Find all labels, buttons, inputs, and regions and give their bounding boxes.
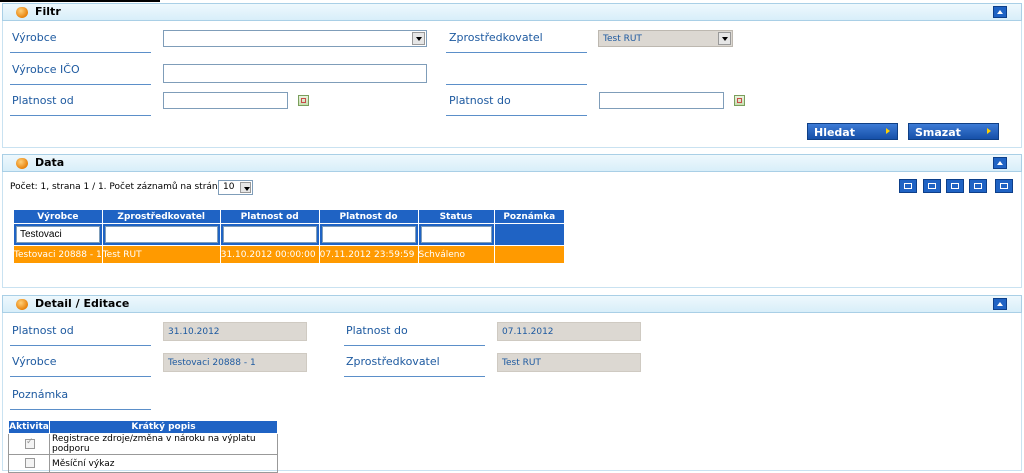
column-filter-input[interactable] — [321, 226, 416, 243]
label-underline — [344, 345, 485, 346]
detail-vyrobce-label: Výrobce — [12, 355, 57, 368]
detail-platnost-do-value: 07.11.2012 — [497, 322, 641, 341]
cell-vyrobce[interactable]: Testovaci 20888 - 1 — [13, 245, 103, 264]
table-row[interactable]: Testovaci 20888 - 1 Test RUT 31.10.2012 … — [13, 245, 566, 264]
label-underline — [344, 376, 485, 377]
clear-button[interactable]: Smazat — [908, 123, 999, 140]
label-underline — [10, 345, 151, 346]
zprostredkovatel-label: Zprostředkovatel — [449, 31, 543, 44]
detail-panel-header: Detail / Editace — [2, 295, 1022, 313]
label-underline — [10, 84, 151, 85]
chevron-down-icon[interactable] — [718, 32, 731, 45]
column-header[interactable]: Zprostředkovatel — [101, 209, 221, 224]
detail-panel-title: Detail / Editace — [35, 297, 130, 310]
column-header[interactable]: Výrobce — [13, 209, 103, 224]
platnost-do-input[interactable] — [599, 92, 724, 109]
activity-description: Měsíční výkaz — [49, 454, 278, 473]
new-record-icon[interactable] — [899, 179, 917, 193]
data-table: Výrobce Zprostředkovatel Platnost od Pla… — [13, 209, 566, 264]
label-underline — [10, 376, 151, 377]
calendar-icon[interactable] — [734, 95, 745, 106]
table-header-row: Výrobce Zprostředkovatel Platnost od Pla… — [13, 209, 566, 224]
table-filter-row: Testovaci — [13, 223, 566, 246]
paging-info: Počet: 1, strana 1 / 1. Počet záznamů na… — [10, 182, 229, 192]
column-header: Aktivita — [8, 420, 50, 434]
filter-cell: Testovaci — [13, 223, 103, 246]
zprostredkovatel-select-value: Test RUT — [603, 34, 642, 44]
collapse-data-button[interactable] — [993, 157, 1007, 169]
detail-zprostredkovatel-value: Test RUT — [497, 353, 641, 372]
platnost-do-label: Platnost do — [449, 94, 511, 107]
data-panel-title: Data — [35, 156, 65, 169]
detail-zprostredkovatel-label: Zprostředkovatel — [346, 355, 440, 368]
detail-platnost-od-value: 31.10.2012 — [163, 322, 307, 341]
cell-poznamka[interactable] — [493, 245, 566, 264]
label-underline — [10, 115, 151, 116]
calendar-icon[interactable] — [298, 95, 309, 106]
platnost-od-label: Platnost od — [12, 94, 74, 107]
activity-check-cell — [8, 433, 50, 455]
label-underline — [446, 52, 587, 53]
panel-bullet-icon — [16, 7, 28, 18]
chevron-down-icon[interactable] — [240, 182, 251, 193]
activity-check-cell — [8, 454, 50, 473]
filter-panel-title: Filtr — [35, 5, 61, 18]
activity-checkbox[interactable] — [25, 458, 35, 469]
detail-poznamka-label: Poznámka — [12, 388, 69, 401]
filter-cell — [101, 223, 221, 246]
activity-description: Registrace zdroje/změna v nároku na výpl… — [49, 433, 278, 455]
column-header[interactable]: Poznámka — [493, 209, 566, 224]
filter-cell — [219, 223, 320, 246]
cell-zprostredkovatel[interactable]: Test RUT — [101, 245, 221, 264]
column-filter-input[interactable]: Testovaci — [16, 226, 100, 243]
print-icon[interactable] — [995, 179, 1013, 193]
panel-bullet-icon — [16, 299, 28, 310]
label-underline — [446, 84, 587, 85]
detail-platnost-do-label: Platnost do — [346, 324, 408, 337]
detail-platnost-od-label: Platnost od — [12, 324, 74, 337]
label-underline — [10, 409, 151, 410]
vyrobce-ico-input[interactable] — [163, 64, 427, 83]
filter-cell — [493, 223, 566, 246]
vyrobce-label: Výrobce — [12, 31, 57, 44]
activity-row: Registrace zdroje/změna v nároku na výpl… — [8, 433, 278, 455]
column-filter-input[interactable] — [420, 226, 492, 243]
zprostredkovatel-select[interactable]: Test RUT — [598, 30, 733, 47]
column-filter-input[interactable] — [222, 226, 317, 243]
detail-vyrobce-value: Testovaci 20888 - 1 — [163, 353, 307, 372]
vyrobce-select[interactable] — [163, 30, 427, 47]
vyrobce-ico-label: Výrobce IČO — [12, 63, 80, 76]
column-filter-input[interactable] — [104, 226, 218, 243]
delete-icon[interactable] — [946, 179, 964, 193]
panel-bullet-icon — [16, 158, 28, 169]
filter-cell — [417, 223, 495, 246]
column-header[interactable]: Platnost do — [318, 209, 419, 224]
edit-icon[interactable] — [923, 179, 941, 193]
platnost-od-input[interactable] — [163, 92, 288, 109]
cell-platnost-do[interactable]: 07.11.2012 23:59:59 — [318, 245, 419, 264]
data-panel-header: Data — [2, 154, 1022, 172]
cell-status[interactable]: Schváleno — [417, 245, 495, 264]
filter-cell — [318, 223, 419, 246]
search-button[interactable]: Hledat — [807, 123, 898, 140]
cell-platnost-od[interactable]: 31.10.2012 00:00:00 — [219, 245, 320, 264]
activity-header-row: Aktivita Krátký popis — [8, 420, 278, 434]
chevron-down-icon[interactable] — [412, 32, 425, 45]
export-icon[interactable] — [969, 179, 987, 193]
top-cut-strip — [0, 0, 160, 2]
label-underline — [446, 115, 587, 116]
column-header[interactable]: Status — [417, 209, 495, 224]
activity-row: Měsíční výkaz — [8, 454, 278, 473]
activity-table: Aktivita Krátký popis Registrace zdroje/… — [8, 420, 278, 473]
filter-panel-header: Filtr — [2, 3, 1022, 21]
column-header: Krátký popis — [49, 420, 278, 434]
collapse-filter-button[interactable] — [993, 6, 1007, 18]
column-header[interactable]: Platnost od — [219, 209, 320, 224]
page-size-select[interactable]: 10 — [218, 180, 253, 195]
activity-checkbox[interactable] — [25, 437, 35, 449]
page-size-value: 10 — [223, 182, 235, 192]
collapse-detail-button[interactable] — [993, 298, 1007, 310]
label-underline — [10, 52, 151, 53]
